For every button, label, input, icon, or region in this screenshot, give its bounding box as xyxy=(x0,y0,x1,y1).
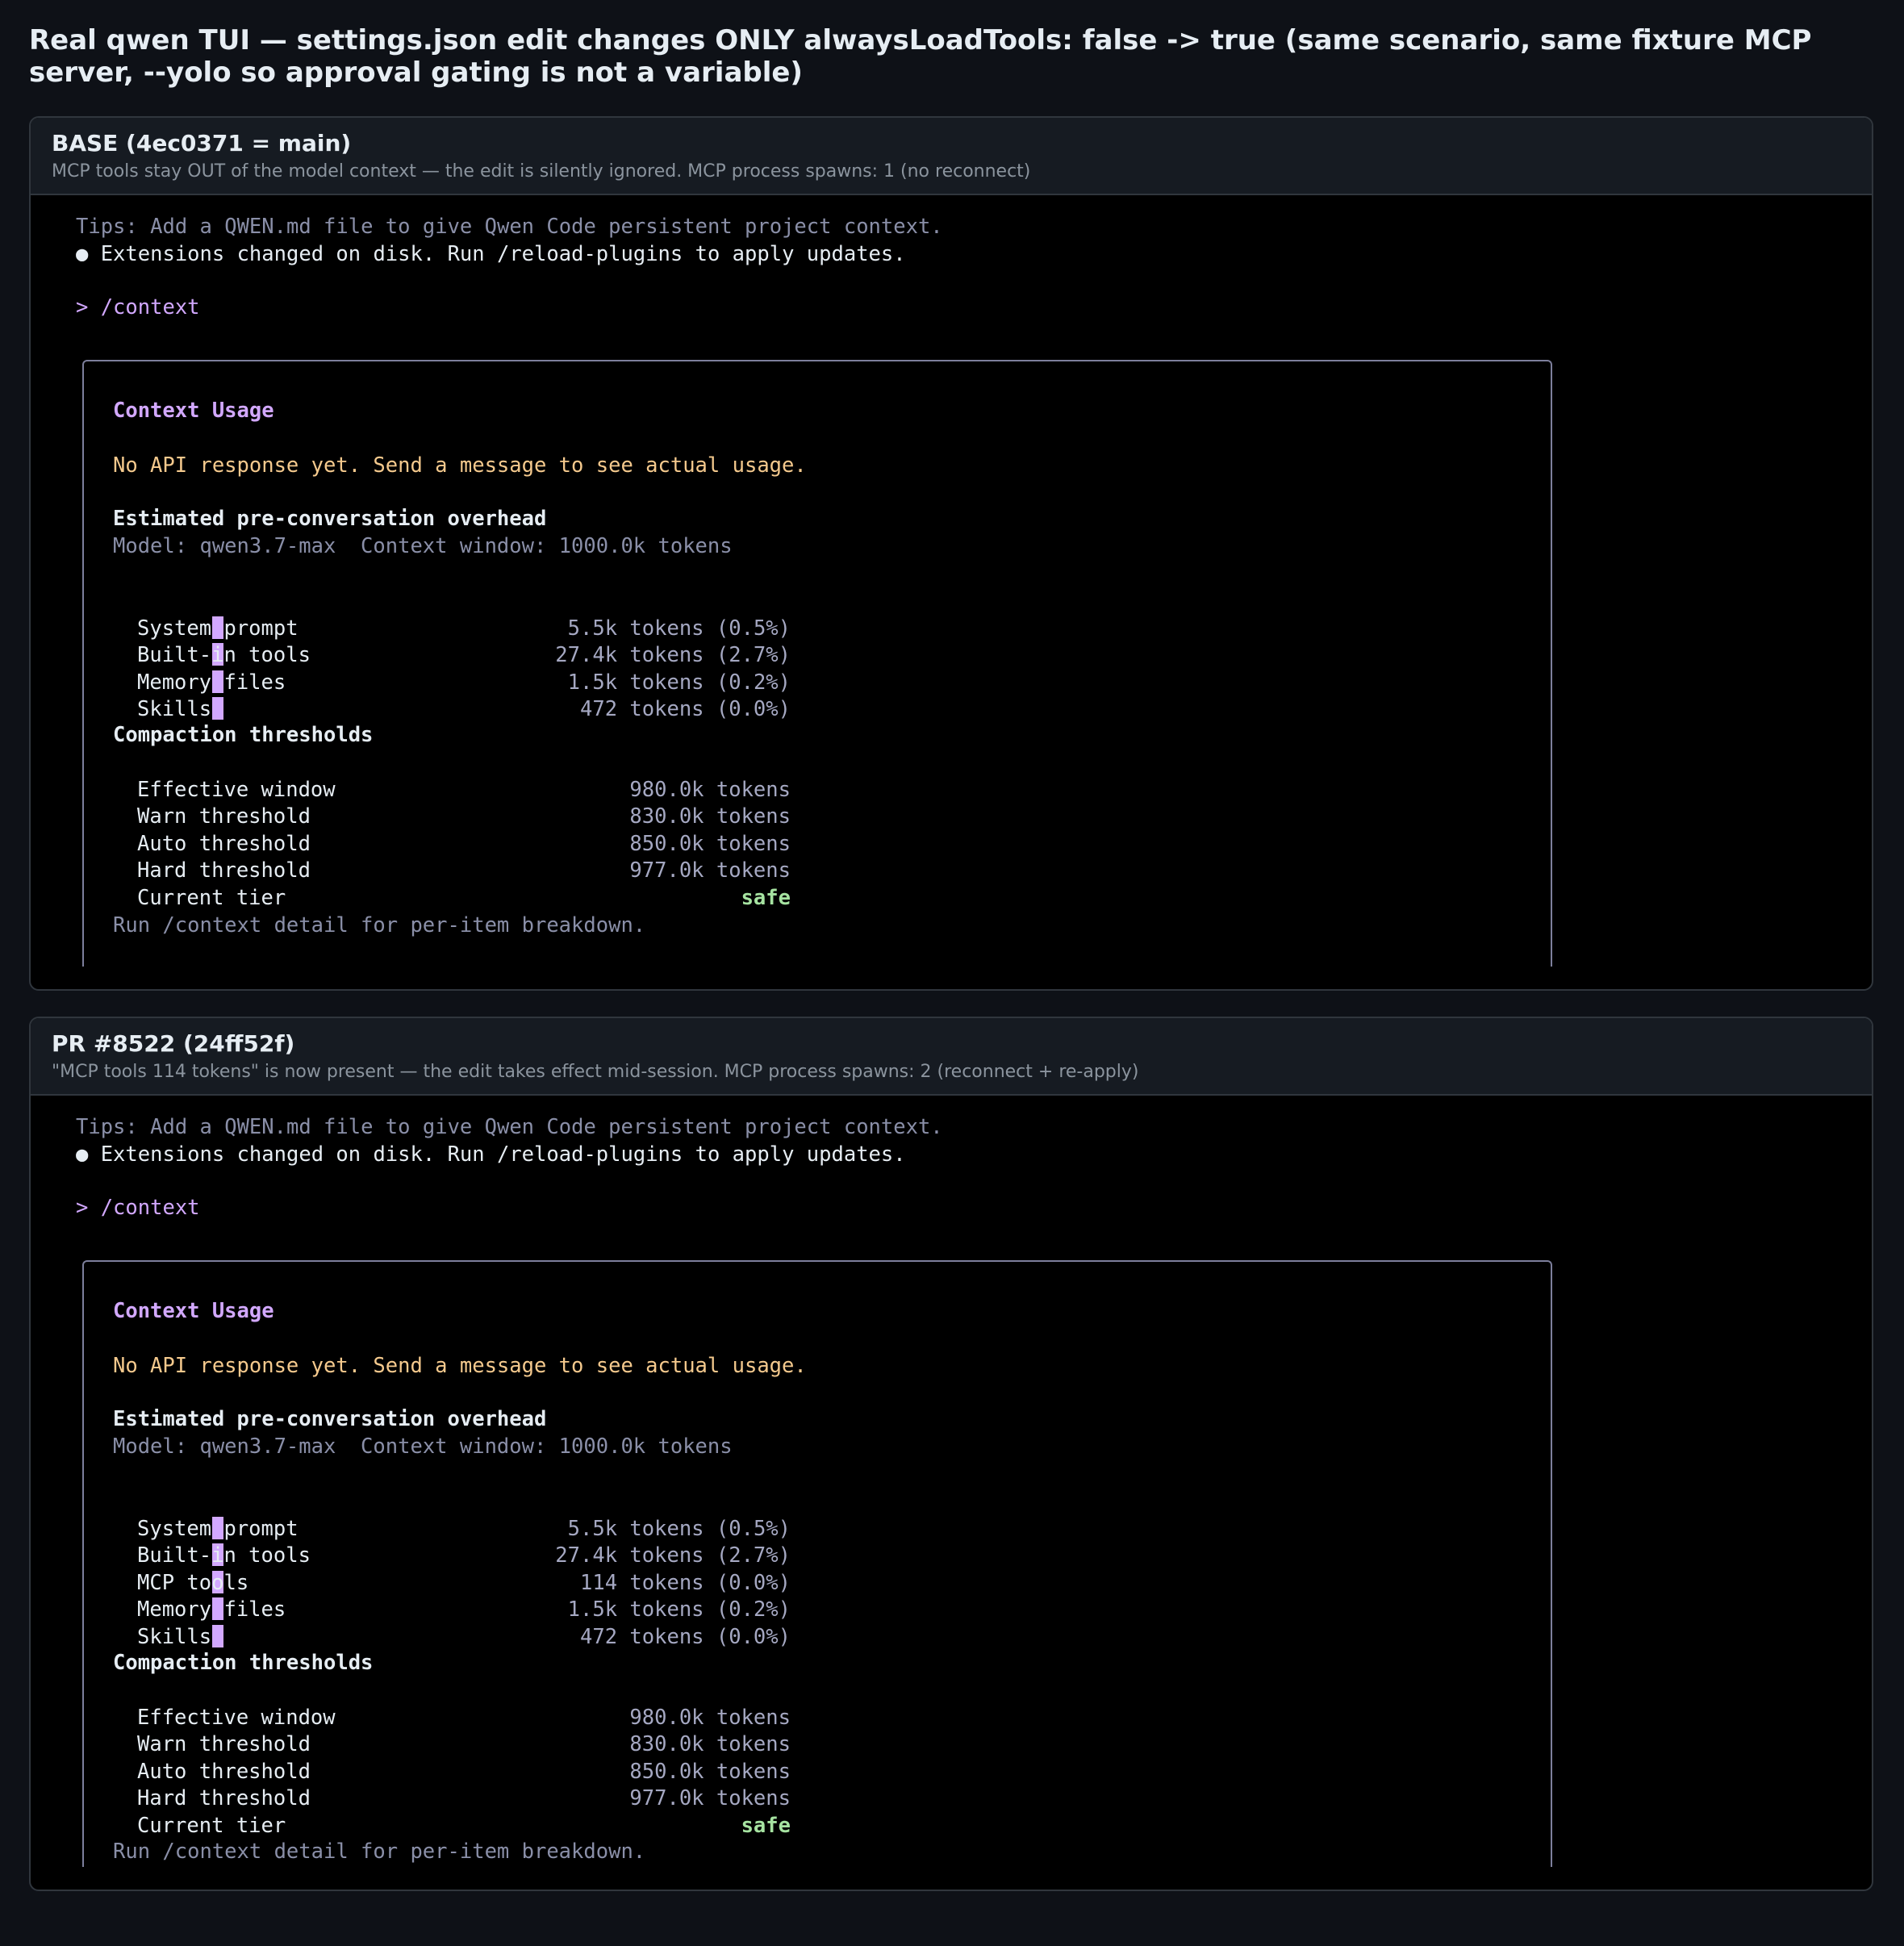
page-title: Real qwen TUI — settings.json edit chang… xyxy=(29,24,1812,89)
model-line: Model: qwen3.7-max Context window: 1000.… xyxy=(113,1434,733,1459)
usage-row: Built-in tools 27.4k tokens (2.7%) xyxy=(113,1514,791,1568)
tips-line: Tips: Add a QWEN.md file to give Qwen Co… xyxy=(76,1115,943,1139)
threshold-row: Effective window 980.0k tokens xyxy=(113,749,791,802)
usage-row: Built-in tools 27.4k tokens (2.7%) xyxy=(113,614,791,667)
usage-row-value: 472 tokens (0.0%) xyxy=(580,697,791,721)
thresholds-heading: Compaction thresholds xyxy=(113,723,374,747)
usage-row: System prompt 5.5k tokens (0.5%) xyxy=(113,1488,791,1541)
context-usage-box: Context Usage No API response yet. Send … xyxy=(82,1260,1552,1867)
usage-row: Memory files 1.5k tokens (0.2%) xyxy=(113,641,791,695)
current-tier-label: Current tier xyxy=(137,886,286,910)
current-tier-value: safe xyxy=(741,886,791,910)
threshold-row: Warn threshold 830.0k tokens xyxy=(113,775,791,829)
usage-bar xyxy=(211,1625,223,1647)
usage-row-label: Skills xyxy=(137,1625,212,1649)
no-api-warning: No API response yet. Send a message to s… xyxy=(113,453,807,478)
model-line: Model: qwen3.7-max Context window: 1000.… xyxy=(113,534,733,558)
extensions-notice: ● Extensions changed on disk. Run /reloa… xyxy=(76,1142,906,1167)
overhead-heading: Estimated pre-conversation overhead xyxy=(113,507,547,531)
tips-line: Tips: Add a QWEN.md file to give Qwen Co… xyxy=(76,215,943,239)
command-prompt: > /context xyxy=(76,295,200,319)
threshold-row: Hard threshold 977.0k tokens xyxy=(113,829,791,883)
extensions-notice: ● Extensions changed on disk. Run /reloa… xyxy=(76,242,906,266)
threshold-row: Auto threshold 850.0k tokens xyxy=(113,1731,791,1784)
usage-row: Skills 472 tokens (0.0%) xyxy=(113,1596,791,1649)
panel-header: BASE (4ec0371 = main) MCP tools stay OUT… xyxy=(31,118,1872,195)
context-usage-title: Context Usage xyxy=(113,1299,274,1323)
context-footer: Run /context detail for per-item breakdo… xyxy=(113,1840,646,1864)
context-footer: Run /context detail for per-item breakdo… xyxy=(113,913,646,938)
command-prompt: > /context xyxy=(76,1196,200,1220)
usage-row: Memory files 1.5k tokens (0.2%) xyxy=(113,1568,791,1622)
current-tier-row: Current tier safe xyxy=(113,857,791,910)
panel-subtitle: "MCP tools 114 tokens" is now present — … xyxy=(52,1062,1139,1082)
context-usage-title: Context Usage xyxy=(113,399,274,423)
panel-pr: PR #8522 (24ff52f) "MCP tools 114 tokens… xyxy=(29,1017,1873,1891)
current-tier-value: safe xyxy=(741,1814,791,1838)
panel-base: BASE (4ec0371 = main) MCP tools stay OUT… xyxy=(29,116,1873,991)
panel-title: BASE (4ec0371 = main) xyxy=(52,130,352,157)
usage-row: MCP tools 114 tokens (0.0%) xyxy=(113,1542,791,1595)
current-tier-label: Current tier xyxy=(137,1814,286,1838)
usage-row: Skills 472 tokens (0.0%) xyxy=(113,668,791,721)
terminal-output: Tips: Add a QWEN.md file to give Qwen Co… xyxy=(31,195,1872,989)
current-tier-row: Current tier safe xyxy=(113,1785,791,1838)
panel-title: PR #8522 (24ff52f) xyxy=(52,1030,295,1057)
context-usage-box: Context Usage No API response yet. Send … xyxy=(82,360,1552,967)
no-api-warning: No API response yet. Send a message to s… xyxy=(113,1354,807,1378)
usage-row-label: Skills xyxy=(137,697,212,721)
threshold-row: Hard threshold 977.0k tokens xyxy=(113,1757,791,1810)
panel-subtitle: MCP tools stay OUT of the model context … xyxy=(52,161,1031,182)
usage-row-value: 472 tokens (0.0%) xyxy=(580,1625,791,1649)
usage-row: System prompt 5.5k tokens (0.5%) xyxy=(113,587,791,641)
overhead-heading: Estimated pre-conversation overhead xyxy=(113,1407,547,1431)
threshold-row: Warn threshold 830.0k tokens xyxy=(113,1703,791,1756)
threshold-row: Effective window 980.0k tokens xyxy=(113,1677,791,1730)
thresholds-heading: Compaction thresholds xyxy=(113,1651,374,1675)
usage-bar xyxy=(211,697,223,720)
terminal-output: Tips: Add a QWEN.md file to give Qwen Co… xyxy=(31,1096,1872,1890)
threshold-row: Auto threshold 850.0k tokens xyxy=(113,803,791,856)
panel-header: PR #8522 (24ff52f) "MCP tools 114 tokens… xyxy=(31,1018,1872,1096)
